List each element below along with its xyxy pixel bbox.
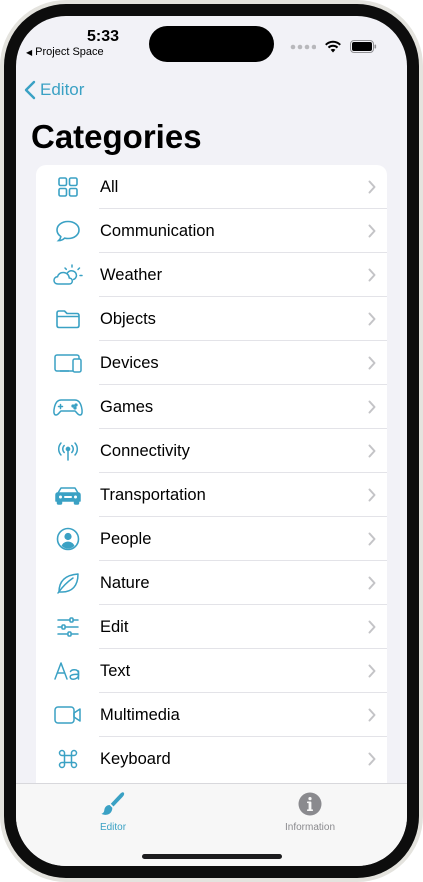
list-item-devices[interactable]: Devices [36,341,387,385]
chevron-right-icon [357,268,387,282]
status-back-to-app[interactable]: ◀ Project Space [26,46,104,58]
list-item-edit[interactable]: Edit [36,605,387,649]
chevron-right-icon [357,444,387,458]
tab-editor[interactable]: Editor [53,790,173,833]
chevron-left-icon [24,80,36,100]
list-item-label: Text [100,661,131,680]
leaf-icon [36,561,100,605]
command-icon [36,737,100,781]
list-item-label: Transportation [100,485,206,504]
list-item-label: Multimedia [100,705,180,724]
list-item-label: Connectivity [100,441,190,460]
grid-icon [36,165,100,209]
back-triangle-icon: ◀ [26,47,33,57]
status-time: 5:33 [86,28,120,45]
video-icon [36,693,100,737]
list-item-label: Games [100,397,154,416]
devices-icon [36,341,100,385]
chevron-right-icon [357,400,387,414]
tab-information-label: Information [284,822,336,833]
page-title: Categories [31,118,202,155]
dynamic-island [149,26,274,62]
list-item-all[interactable]: All [36,165,387,209]
list-item-text[interactable]: Text [36,649,387,693]
status-indicators [290,40,377,53]
category-list: All Communication Weather Objects Device… [36,165,387,785]
list-item-communication[interactable]: Communication [36,209,387,253]
sliders-icon [36,605,100,649]
person-circle-icon [36,517,100,561]
chevron-right-icon [357,708,387,722]
text-format-icon [36,649,100,693]
list-item-label: People [100,529,152,548]
speech-bubble-icon [36,209,100,253]
status-back-app-label: Project Space [35,46,104,58]
list-item-objects[interactable]: Objects [36,297,387,341]
home-indicator[interactable] [142,854,282,859]
chevron-right-icon [357,312,387,326]
paintbrush-icon [101,792,125,815]
list-item-label: Objects [100,309,156,328]
list-item-keyboard[interactable]: Keyboard [36,737,387,781]
list-item-weather[interactable]: Weather [36,253,387,297]
list-item-label: Edit [100,617,129,636]
gamecontroller-icon [36,385,100,429]
chevron-right-icon [357,356,387,370]
folder-icon [36,297,100,341]
tab-editor-label: Editor [99,822,127,833]
battery-icon [350,40,377,53]
chevron-right-icon [357,752,387,766]
list-item-label: Nature [100,573,150,592]
chevron-right-icon [357,620,387,634]
list-item-connectivity[interactable]: Connectivity [36,429,387,473]
list-item-label: Weather [100,265,163,284]
back-button-label: Editor [40,80,85,99]
wifi-icon [325,40,341,53]
chevron-right-icon [357,488,387,502]
tab-bar: Editor Information [16,783,407,866]
list-item-games[interactable]: Games [36,385,387,429]
screen: 5:33 ◀ Project Space Editor Categories A… [16,16,407,866]
list-item-label: All [100,177,119,196]
tab-information[interactable]: Information [250,790,370,833]
cloud-sun-icon [36,253,100,297]
list-item-label: Devices [100,353,159,372]
car-icon [36,473,100,517]
antenna-icon [36,429,100,473]
list-item-multimedia[interactable]: Multimedia [36,693,387,737]
list-item-transportation[interactable]: Transportation [36,473,387,517]
info-circle-icon [298,792,322,816]
list-item-label: Communication [100,221,215,240]
chevron-right-icon [357,180,387,194]
signal-dots-icon [290,44,316,49]
chevron-right-icon [357,224,387,238]
list-item-nature[interactable]: Nature [36,561,387,605]
list-item-label: Keyboard [100,749,171,768]
chevron-right-icon [357,664,387,678]
chevron-right-icon [357,576,387,590]
chevron-right-icon [357,532,387,546]
back-button[interactable]: Editor [24,80,84,100]
list-item-people[interactable]: People [36,517,387,561]
